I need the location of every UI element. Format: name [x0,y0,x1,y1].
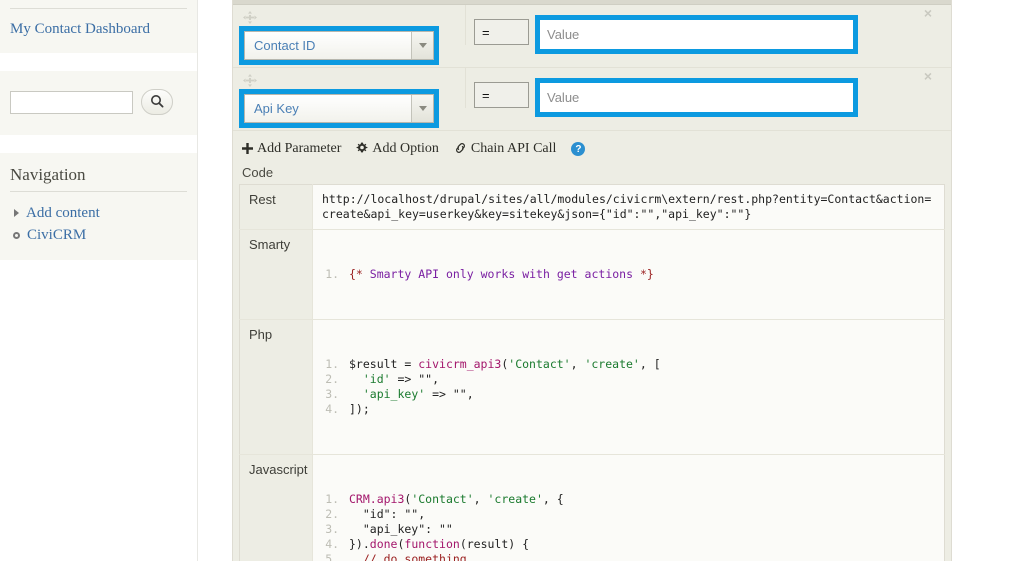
code-row-php: Php $result = civicrm_api3('Contact', 'c… [240,320,945,455]
search-input[interactable] [10,91,133,114]
code-line: {* Smarty API only works with get action… [346,267,936,282]
remove-parameter-icon-1[interactable]: × [924,5,932,21]
search-icon [150,94,164,111]
parameter-field-select-contact-id[interactable]: Contact ID [244,31,434,60]
remove-cell: × [905,5,951,21]
parameter-field-cell: Api Key [233,68,465,128]
sidebar-item-civicrm[interactable]: CiviCRM [12,224,187,246]
circle-bullet-icon [13,232,20,239]
navigation-title: Navigation [10,165,187,185]
parameter-row: Api Key = [233,68,951,131]
code-line: ]); [346,402,936,417]
contact-id-select-highlight: Contact ID [239,26,439,65]
sidebar-item-civicrm-label[interactable]: CiviCRM [27,225,86,245]
code-section-caption: Code [233,163,951,184]
triangle-bullet-icon [14,209,19,217]
code-value-javascript[interactable]: CRM.api3('Contact', 'create', { "id": ""… [313,455,945,561]
api-key-select-highlight: Api Key [239,89,439,128]
parameter-field-select-api-key[interactable]: Api Key [244,94,434,123]
api-toolbar: Add Parameter Add Option [233,131,951,163]
my-contact-dashboard-link[interactable]: My Contact Dashboard [10,19,150,39]
help-icon[interactable]: ? [571,142,585,156]
code-line: }).done(function(result) { [346,537,936,552]
value-input-highlight-2 [535,78,858,117]
search-row [10,79,187,121]
divider [10,8,187,9]
plus-icon [242,143,253,156]
add-option-label: Add Option [372,141,439,157]
operator-select-1-label: = [482,25,490,40]
code-row-smarty: Smarty {* Smarty API only works with get… [240,230,945,320]
add-parameter-button[interactable]: Add Parameter [242,141,341,157]
code-line: "id": "", [346,507,936,522]
parameter-field-cell: Contact ID [233,5,465,65]
navigation-list: Add content CiviCRM [10,202,187,246]
code-line: $result = civicrm_api3('Contact', 'creat… [346,357,936,372]
sidebar-spacer-2 [0,135,197,153]
code-line: "api_key": "" [346,522,936,537]
code-line: 'api_key' => "", [346,387,936,402]
code-line: // do something [346,552,936,561]
code-value-smarty[interactable]: {* Smarty API only works with get action… [313,230,945,320]
left-sidebar: My Contact Dashboard Navigation [0,0,198,561]
code-lines-smarty: {* Smarty API only works with get action… [322,267,936,282]
operator-cell: = [465,5,535,45]
dashboard-block: My Contact Dashboard [0,0,197,53]
move-handle-icon[interactable] [243,11,257,24]
gear-icon [356,142,368,156]
code-label-rest: Rest [240,185,313,230]
page-root: My Contact Dashboard Navigation [0,0,1024,561]
remove-cell: × [905,68,951,84]
parameter-value-input-1[interactable] [540,20,853,49]
value-cell [535,5,905,54]
parameter-value-input-2[interactable] [540,83,853,112]
add-option-button[interactable]: Add Option [356,141,439,157]
sidebar-item-add-content-label[interactable]: Add content [26,203,100,223]
chevron-down-icon[interactable] [411,95,433,122]
code-value-rest[interactable]: http://localhost/drupal/sites/all/module… [313,185,945,230]
operator-select-2-label: = [482,88,490,103]
code-row-javascript: Javascript CRM.api3('Contact', 'create',… [240,455,945,561]
remove-parameter-icon-2[interactable]: × [924,68,932,84]
navigation-block: Navigation Add content CiviCRM [0,153,197,260]
sidebar-spacer-1 [0,53,197,71]
code-row-rest: Rest http://localhost/drupal/sites/all/m… [240,185,945,230]
parameter-row: Contact ID = [233,5,951,68]
search-button[interactable] [141,89,173,115]
code-label-smarty: Smarty [240,230,313,320]
code-label-php: Php [240,320,313,455]
chevron-down-icon[interactable] [411,32,433,59]
main-area: Contact ID = [198,0,1024,561]
code-value-php[interactable]: $result = civicrm_api3('Contact', 'creat… [313,320,945,455]
sidebar-item-add-content[interactable]: Add content [12,202,187,224]
operator-select-2[interactable]: = [474,82,529,108]
code-label-javascript: Javascript [240,455,313,561]
code-lines-php: $result = civicrm_api3('Contact', 'creat… [322,357,936,417]
move-handle-icon[interactable] [243,74,257,87]
chain-api-call-button[interactable]: Chain API Call [454,141,557,157]
operator-select-1[interactable]: = [474,19,529,45]
code-line: 'id' => "", [346,372,936,387]
search-block [0,71,197,135]
code-lines-javascript: CRM.api3('Contact', 'create', { "id": ""… [322,492,936,561]
link-chain-icon [454,142,467,156]
code-line: CRM.api3('Contact', 'create', { [346,492,936,507]
value-cell [535,68,905,117]
operator-cell: = [465,68,535,108]
chain-api-call-label: Chain API Call [471,141,557,157]
value-input-highlight-1 [535,15,858,54]
api-explorer-panel: Contact ID = [232,0,952,561]
add-parameter-label: Add Parameter [257,141,341,157]
code-table: Rest http://localhost/drupal/sites/all/m… [239,184,945,561]
navigation-divider [10,191,187,192]
